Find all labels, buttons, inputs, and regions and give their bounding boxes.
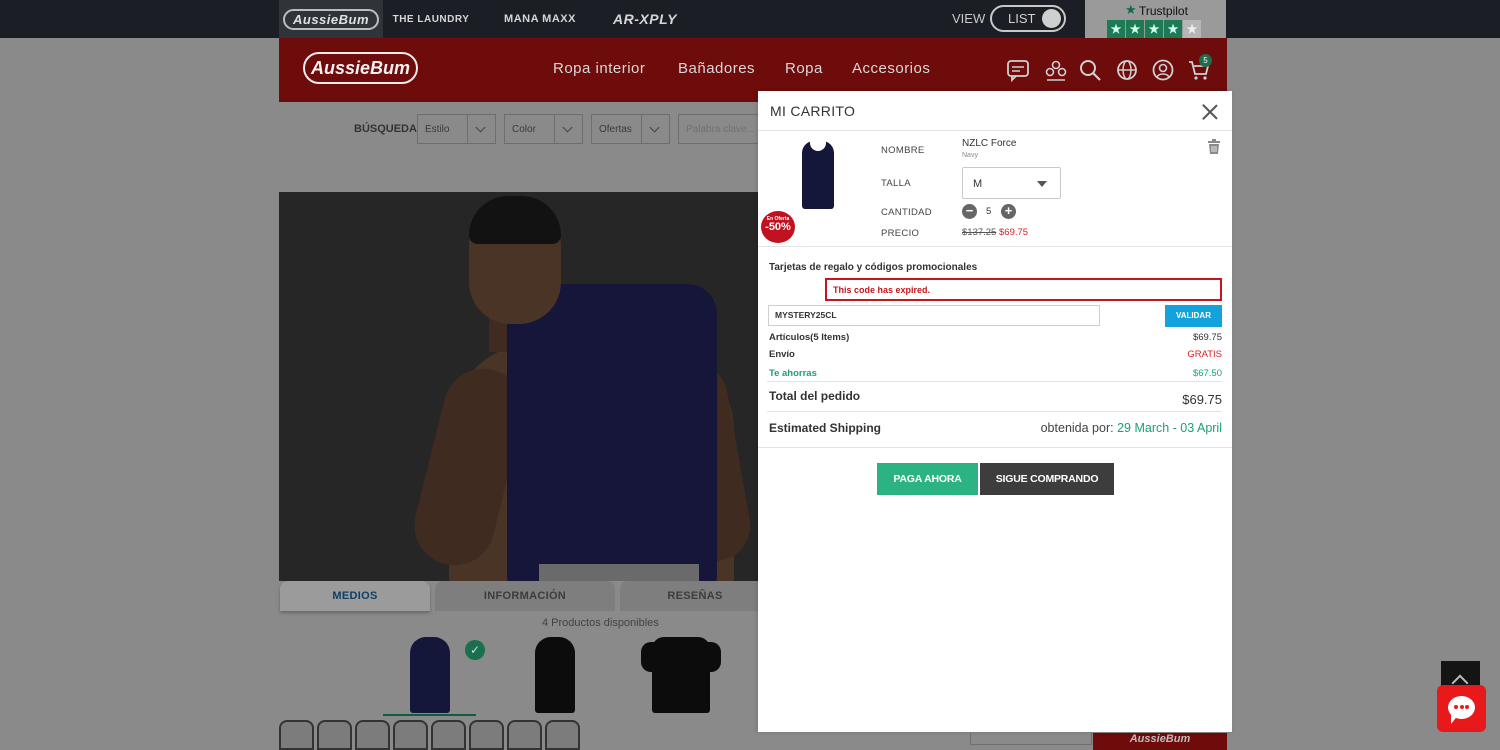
brand-tab-aussiebum[interactable]: AussieBum [279, 0, 383, 38]
products-available-text: 4 Productos disponibles [542, 617, 659, 629]
estimated-shipping-value: obtenida por: 29 March - 03 April [1040, 421, 1222, 435]
brand-tab-the-laundry[interactable]: THE LAUNDRY [386, 0, 476, 38]
filter-color[interactable]: Color [504, 114, 583, 144]
info-icon[interactable] [279, 720, 314, 750]
size-select[interactable]: M [962, 167, 1061, 199]
size-guide-icon[interactable] [355, 720, 390, 750]
nav-banadores[interactable]: Bañadores [678, 60, 755, 77]
divider [767, 381, 1222, 382]
filter-ofertas[interactable]: Ofertas [591, 114, 670, 144]
view-list-toggle[interactable]: LIST [990, 5, 1066, 32]
savings-value: $67.50 [1192, 368, 1222, 379]
original-price: $137.25 [962, 227, 997, 238]
nav-ropa[interactable]: Ropa [785, 60, 823, 77]
shipping-dates: 29 March - 03 April [1117, 421, 1222, 435]
cart-item-image [798, 138, 838, 211]
chat-bubble-icon [1448, 696, 1475, 724]
brand-tab-mana-maxx[interactable]: MANA MAXX [500, 0, 580, 38]
info-icon-row [279, 720, 580, 750]
selected-thumb-indicator [383, 714, 476, 716]
cart-drawer: MI CARRITO En Oferta -50% NOMBRE NZLC Fo… [758, 91, 1232, 732]
search-icon[interactable] [1078, 58, 1102, 82]
footer-logo: AussieBum [1093, 733, 1227, 750]
keyword-search-input[interactable]: Palabra clave... [678, 114, 762, 144]
nav-ropa-interior[interactable]: Ropa interior [553, 60, 645, 77]
check-icon: ✓ [465, 640, 485, 660]
order-total-label: Total del pedido [769, 389, 861, 403]
divider [758, 447, 1232, 448]
promo-code-input[interactable]: MYSTERY25CL [768, 305, 1100, 326]
savings-label: Te ahorras [769, 368, 817, 379]
chevron-down-icon [554, 115, 582, 143]
live-chat-button[interactable] [1437, 685, 1486, 732]
account-icon[interactable] [1151, 58, 1175, 82]
chat-icon[interactable] [1006, 58, 1030, 82]
tab-resenas[interactable]: RESEÑAS [620, 581, 770, 611]
cart-title: MI CARRITO [770, 103, 856, 119]
aussiebum-logo[interactable]: AussieBum [303, 52, 418, 84]
brand-tab-ar-xply[interactable]: AR-XPLY [605, 0, 685, 38]
trustpilot-rating: ★ ★ ★ ★ ★ [1107, 20, 1201, 38]
tab-medios[interactable]: MEDIOS [280, 581, 430, 611]
quantity-label: CANTIDAD [881, 207, 932, 218]
divider [767, 411, 1222, 412]
promo-title: Tarjetas de regalo y códigos promocional… [769, 262, 978, 273]
chevron-down-icon [641, 115, 669, 143]
globe-icon[interactable] [1115, 58, 1139, 82]
items-value: $69.75 [1192, 332, 1222, 343]
price-label: PRECIO [881, 228, 920, 239]
close-icon[interactable] [1202, 104, 1218, 120]
search-label: BÚSQUEDA [354, 123, 417, 135]
product-main-image [279, 192, 759, 581]
sale-price: $69.75 [999, 227, 1029, 238]
location-icon[interactable] [431, 720, 466, 750]
shipping-truck-icon[interactable] [469, 720, 504, 750]
item-name: NZLC Force [962, 138, 1017, 149]
support-icon[interactable] [545, 720, 580, 750]
chevron-down-icon [467, 115, 495, 143]
size-label: TALLA [881, 178, 911, 189]
validate-button[interactable]: VALIDAR [1165, 305, 1222, 327]
faq-icon[interactable] [317, 720, 352, 750]
quantity-increase-button[interactable]: + [1001, 204, 1016, 219]
sale-badge: En Oferta -50% [761, 211, 795, 243]
community-icon[interactable] [1044, 58, 1068, 82]
trustpilot-name: Trustpilot [1139, 4, 1188, 18]
product-thumb-black-tank[interactable] [510, 634, 600, 714]
divider [758, 130, 1232, 131]
shipping-value: GRATIS [1187, 349, 1222, 360]
footer-input [970, 733, 1092, 745]
estimated-shipping-label: Estimated Shipping [769, 421, 882, 435]
payment-card-icon[interactable] [507, 720, 542, 750]
name-label: NOMBRE [881, 145, 925, 156]
continue-shopping-button[interactable]: SIGUE COMPRANDO [980, 463, 1114, 495]
filter-estilo[interactable]: Estilo [417, 114, 496, 144]
tab-informacion[interactable]: INFORMACIÓN [435, 581, 615, 611]
order-total-value: $69.75 [1182, 392, 1222, 407]
trash-icon[interactable] [1208, 139, 1220, 154]
quantity-value: 5 [986, 206, 992, 217]
quantity-decrease-button[interactable]: − [962, 204, 977, 219]
trustpilot-star-icon: ★ [1125, 2, 1137, 17]
promo-error-message: This code has expired. [825, 278, 1222, 301]
returns-icon[interactable] [393, 720, 428, 750]
divider [758, 246, 1232, 247]
item-color: Navy [962, 152, 978, 159]
items-label: Artículos(5 Items) [769, 332, 850, 343]
view-label: VIEW [952, 11, 986, 26]
shipping-label: Envío [769, 349, 795, 360]
pay-now-button[interactable]: PAGA AHORA [877, 463, 978, 495]
view-toggle-label: LIST [1008, 11, 1036, 26]
product-thumb-black-longsleeve[interactable] [637, 634, 727, 714]
brand-topbar: AussieBum THE LAUNDRY MANA MAXX AR-XPLY … [0, 0, 1500, 50]
product-thumb-navy-tank[interactable] [385, 634, 475, 714]
cart-count-badge: 5 [1199, 54, 1212, 67]
nav-accesorios[interactable]: Accesorios [852, 60, 930, 77]
